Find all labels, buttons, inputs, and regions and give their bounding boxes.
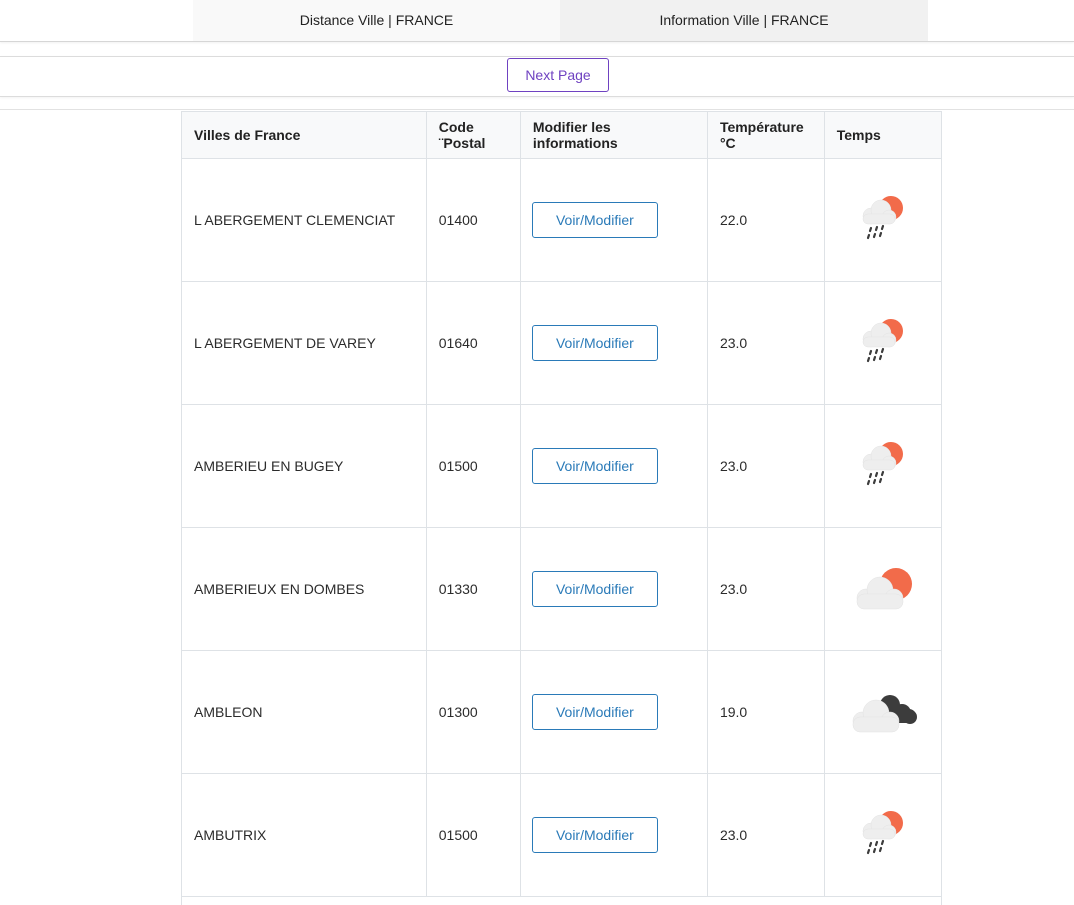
postal-code: 01400 <box>426 158 521 282</box>
header-modify: Modifier les informations <box>520 112 708 159</box>
weather-cell <box>824 158 941 282</box>
rain-sun-icon <box>853 810 913 854</box>
postal-code: 01500 <box>426 773 521 897</box>
cities-table: Villes de France Code ¨Postal Modifier l… <box>182 112 941 897</box>
city-name: AMBUTRIX <box>182 773 427 897</box>
weather-cell <box>824 527 941 651</box>
tab-information-ville[interactable]: Information Ville | FRANCE <box>560 0 928 41</box>
table-row: L ABERGEMENT CLEMENCIAT 01400 Voir/Modifie… <box>182 158 941 282</box>
postal-code: 01640 <box>426 281 521 405</box>
cities-table-container: Villes de France Code ¨Postal Modifier l… <box>181 111 942 905</box>
voir-modifier-button[interactable]: Voir/Modifier <box>531 324 658 361</box>
pagination-bar: Next Page <box>0 56 1074 97</box>
voir-modifier-button[interactable]: Voir/Modifier <box>531 447 658 484</box>
top-navigation: Distance Ville | FRANCE Information Vill… <box>0 0 1074 42</box>
table-row: AMBUTRIX 01500 Voir/Modifier 23.0 <box>182 773 941 897</box>
weather-cell <box>824 773 941 897</box>
voir-modifier-button[interactable]: Voir/Modifier <box>531 201 658 238</box>
city-name: AMBERIEU EN BUGEY <box>182 404 427 528</box>
divider <box>0 109 1074 110</box>
temperature: 22.0 <box>707 158 825 282</box>
city-name: L ABERGEMENT CLEMENCIAT <box>182 158 427 282</box>
voir-modifier-button[interactable]: Voir/Modifier <box>531 693 658 730</box>
voir-modifier-button[interactable]: Voir/Modifier <box>531 816 658 853</box>
modify-cell: Voir/Modifier <box>520 281 708 405</box>
rain-sun-icon <box>853 441 913 485</box>
header-postal-code: Code ¨Postal <box>426 112 521 159</box>
temperature: 23.0 <box>707 404 825 528</box>
modify-cell: Voir/Modifier <box>520 527 708 651</box>
postal-code: 01330 <box>426 527 521 651</box>
table-row: AMBERIEUX EN DOMBES 01330 Voir/Modifier 23.… <box>182 527 941 651</box>
next-page-button[interactable]: Next Page <box>507 58 609 92</box>
weather-cell <box>824 650 941 774</box>
postal-code: 01500 <box>426 404 521 528</box>
header-weather: Temps <box>824 112 941 159</box>
weather-cell <box>824 404 941 528</box>
city-name: AMBLEON <box>182 650 427 774</box>
partly-cloudy-icon <box>848 567 918 609</box>
modify-cell: Voir/Modifier <box>520 773 708 897</box>
tab-distance-ville[interactable]: Distance Ville | FRANCE <box>193 0 560 41</box>
cloudy-icon <box>846 694 920 732</box>
temperature: 19.0 <box>707 650 825 774</box>
modify-cell: Voir/Modifier <box>520 404 708 528</box>
table-header-row: Villes de France Code ¨Postal Modifier l… <box>182 112 941 159</box>
modify-cell: Voir/Modifier <box>520 650 708 774</box>
city-name: AMBERIEUX EN DOMBES <box>182 527 427 651</box>
table-row: L ABERGEMENT DE VAREY 01640 Voir/Modifier 2… <box>182 281 941 405</box>
city-name: L ABERGEMENT DE VAREY <box>182 281 427 405</box>
rain-sun-icon <box>853 195 913 239</box>
voir-modifier-button[interactable]: Voir/Modifier <box>531 570 658 607</box>
rain-sun-icon <box>853 318 913 362</box>
header-temperature: Température °C <box>707 112 825 159</box>
temperature: 23.0 <box>707 773 825 897</box>
modify-cell: Voir/Modifier <box>520 158 708 282</box>
header-city: Villes de France <box>182 112 427 159</box>
postal-code: 01300 <box>426 650 521 774</box>
table-row: AMBLEON 01300 Voir/Modifier 19.0 <box>182 650 941 774</box>
temperature: 23.0 <box>707 281 825 405</box>
table-row: AMBERIEU EN BUGEY 01500 Voir/Modifier 23.0 <box>182 404 941 528</box>
temperature: 23.0 <box>707 527 825 651</box>
weather-cell <box>824 281 941 405</box>
